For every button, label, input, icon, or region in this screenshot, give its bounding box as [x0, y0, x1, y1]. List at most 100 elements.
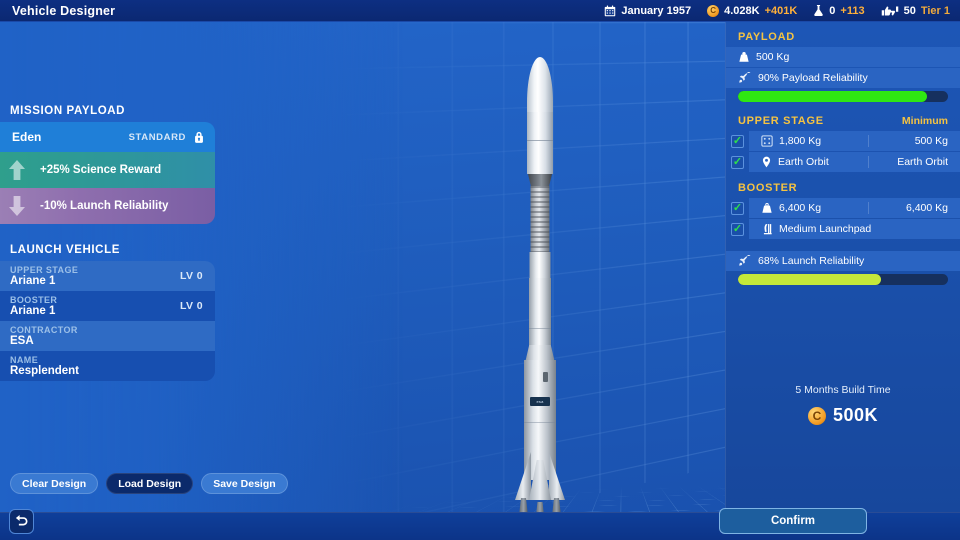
design-action-buttons: Clear Design Load Design Save Design	[10, 473, 288, 494]
mission-payload-name: Eden	[12, 130, 42, 144]
booster-mass-minimum: 6,400 Kg	[868, 202, 960, 214]
load-design-button[interactable]: Load Design	[106, 473, 194, 494]
page-title: Vehicle Designer	[12, 3, 116, 18]
upper-stage-orbit-checkbox[interactable]: ✓	[731, 155, 744, 169]
rocket-nozzle-right	[552, 498, 561, 512]
payload-mass-value: 500 Kg	[756, 51, 790, 63]
mission-payload-modifier-positive: +25% Science Reward	[0, 152, 215, 188]
upper-stage-mass-minimum: 500 Kg	[868, 135, 960, 147]
status-date: January 1957	[604, 5, 691, 17]
launch-vehicle-row-contractor-value: ESA	[10, 335, 34, 347]
payload-reliability-label: 90% Payload Reliability	[758, 72, 868, 84]
booster-mass-checkbox[interactable]: ✓	[731, 201, 744, 215]
rocket-second-stage	[529, 278, 551, 350]
launch-vehicle-section: LAUNCH VEHICLE UPPER STAGE Ariane 1 LV 0…	[0, 244, 215, 381]
rocket-payload-adapter	[528, 174, 552, 186]
mission-payload-heading: MISSION PAYLOAD	[10, 105, 126, 117]
rocket-agency-logo: esa	[530, 397, 550, 406]
payload-reliability-bar	[738, 91, 948, 102]
launch-vehicle-row-contractor[interactable]: CONTRACTOR ESA	[0, 321, 215, 351]
mission-payload-modifier-positive-text: +25% Science Reward	[40, 164, 162, 176]
status-bar: January 1957 C 4.028K +401K 0 +113 50 Ti…	[604, 4, 950, 17]
calendar-icon	[604, 4, 616, 17]
arrow-up-icon	[0, 158, 34, 182]
arrow-down-icon	[0, 194, 34, 218]
upper-stage-heading: UPPER STAGE	[738, 115, 824, 127]
launch-vehicle-row-booster[interactable]: BOOSTER Ariane 1 LV 0	[0, 291, 215, 321]
rocket-nozzle-center	[535, 502, 545, 512]
launch-reliability-bar	[738, 274, 948, 285]
rocket-icon	[738, 255, 752, 267]
launch-vehicle-row-booster-level: LV 0	[180, 300, 203, 312]
status-reputation-tier: Tier 1	[920, 4, 950, 17]
thumbs-icon	[881, 5, 899, 17]
rocket-interstage	[529, 252, 551, 280]
launch-vehicle-row-upper-stage-value: Ariane 1	[10, 275, 56, 287]
save-design-button[interactable]: Save Design	[201, 473, 288, 494]
weight-icon	[738, 51, 750, 63]
upper-stage-row-mass[interactable]: ✓ 1,800 Kg 500 Kg	[726, 131, 960, 151]
payload-mass-row: 500 Kg	[726, 47, 960, 67]
status-science-value: 0	[829, 4, 836, 17]
title-bar: Vehicle Designer January 1957 C 4.028K +…	[0, 0, 960, 22]
booster-row-launchpad[interactable]: ✓ Medium Launchpad	[726, 219, 960, 239]
launchpad-icon	[761, 223, 773, 236]
launch-vehicle-row-upper-stage-label: UPPER STAGE	[10, 265, 79, 275]
launch-vehicle-row-booster-label: BOOSTER	[10, 295, 58, 305]
payload-heading: PAYLOAD	[738, 31, 795, 43]
booster-heading: BOOSTER	[738, 182, 798, 194]
rocket-model[interactable]: esa	[505, 57, 575, 512]
status-reputation-value: 50	[903, 4, 916, 17]
launch-reliability-label-row: 68% Launch Reliability	[726, 251, 960, 271]
mission-payload-header-row[interactable]: Eden STANDARD	[0, 122, 215, 152]
rocket-agency-logo-text: esa	[536, 399, 544, 404]
upper-stage-mass-value: 1,800 Kg	[779, 135, 822, 147]
upper-stage-orbit-minimum: Earth Orbit	[868, 156, 960, 168]
upper-stage-heading-row: UPPER STAGE Minimum	[726, 106, 960, 131]
mission-payload-card[interactable]: Eden STANDARD +25% Science Reward -10% L…	[0, 122, 215, 224]
mission-payload-modifier-negative: -10% Launch Reliability	[0, 188, 215, 224]
launch-vehicle-heading: LAUNCH VEHICLE	[10, 244, 120, 256]
launch-vehicle-row-name-label: NAME	[10, 355, 39, 365]
launch-reliability-label: 68% Launch Reliability	[758, 255, 865, 267]
launch-vehicle-row-name-value: Resplendent	[10, 365, 80, 377]
booster-launchpad-value: Medium Launchpad	[779, 223, 872, 235]
rocket-fairing	[527, 112, 553, 174]
upper-stage-row-orbit[interactable]: ✓ Earth Orbit Earth Orbit	[726, 152, 960, 172]
payload-reliability-label-row: 90% Payload Reliability	[726, 68, 960, 88]
rocket-nose-cone	[527, 57, 553, 115]
build-summary: 5 Months Build Time C 500K	[726, 384, 960, 426]
mission-payload-modifier-negative-text: -10% Launch Reliability	[40, 200, 169, 212]
rocket-nozzle-left	[519, 498, 528, 512]
left-panel: MISSION PAYLOAD Eden STANDARD +25% Scien…	[0, 105, 215, 381]
rocket-hatch	[542, 372, 548, 382]
location-pin-icon	[761, 156, 772, 168]
upper-stage-mass-checkbox[interactable]: ✓	[731, 134, 744, 148]
upper-stage-minimum-col-header: Minimum	[901, 115, 948, 127]
weight-icon	[761, 202, 773, 214]
launch-vehicle-row-booster-value: Ariane 1	[10, 305, 56, 317]
status-funds-delta: +401K	[764, 4, 798, 17]
clear-design-button[interactable]: Clear Design	[10, 473, 99, 494]
build-time: 5 Months Build Time	[795, 384, 891, 396]
launch-vehicle-row-upper-stage[interactable]: UPPER STAGE Ariane 1 LV 0	[0, 261, 215, 291]
upper-stage-orbit-value: Earth Orbit	[778, 156, 829, 168]
undo-button[interactable]	[9, 509, 34, 534]
booster-row-mass[interactable]: ✓ 6,400 Kg 6,400 Kg	[726, 198, 960, 218]
launch-vehicle-row-name[interactable]: NAME Resplendent	[0, 351, 215, 381]
status-funds-value: 4.028K	[724, 4, 760, 17]
coin-icon: C	[707, 4, 720, 17]
booster-mass-value: 6,400 Kg	[779, 202, 822, 214]
rocket-upper-stage-tank	[530, 186, 550, 252]
vehicle-designer-screen: esa Vehicle Designer January 1957 C 4.02…	[0, 0, 960, 540]
booster-launchpad-checkbox[interactable]: ✓	[731, 222, 744, 236]
build-cost-value: 500K	[832, 405, 879, 425]
confirm-button[interactable]: Confirm	[719, 508, 867, 534]
status-science: 0 +113	[813, 4, 865, 17]
flask-icon	[813, 4, 824, 17]
payload-bay-icon	[761, 135, 773, 147]
payload-reliability-bar-fill	[738, 91, 927, 102]
undo-icon	[14, 514, 29, 529]
lock-icon	[193, 130, 205, 144]
status-date-value: January 1957	[621, 4, 692, 17]
